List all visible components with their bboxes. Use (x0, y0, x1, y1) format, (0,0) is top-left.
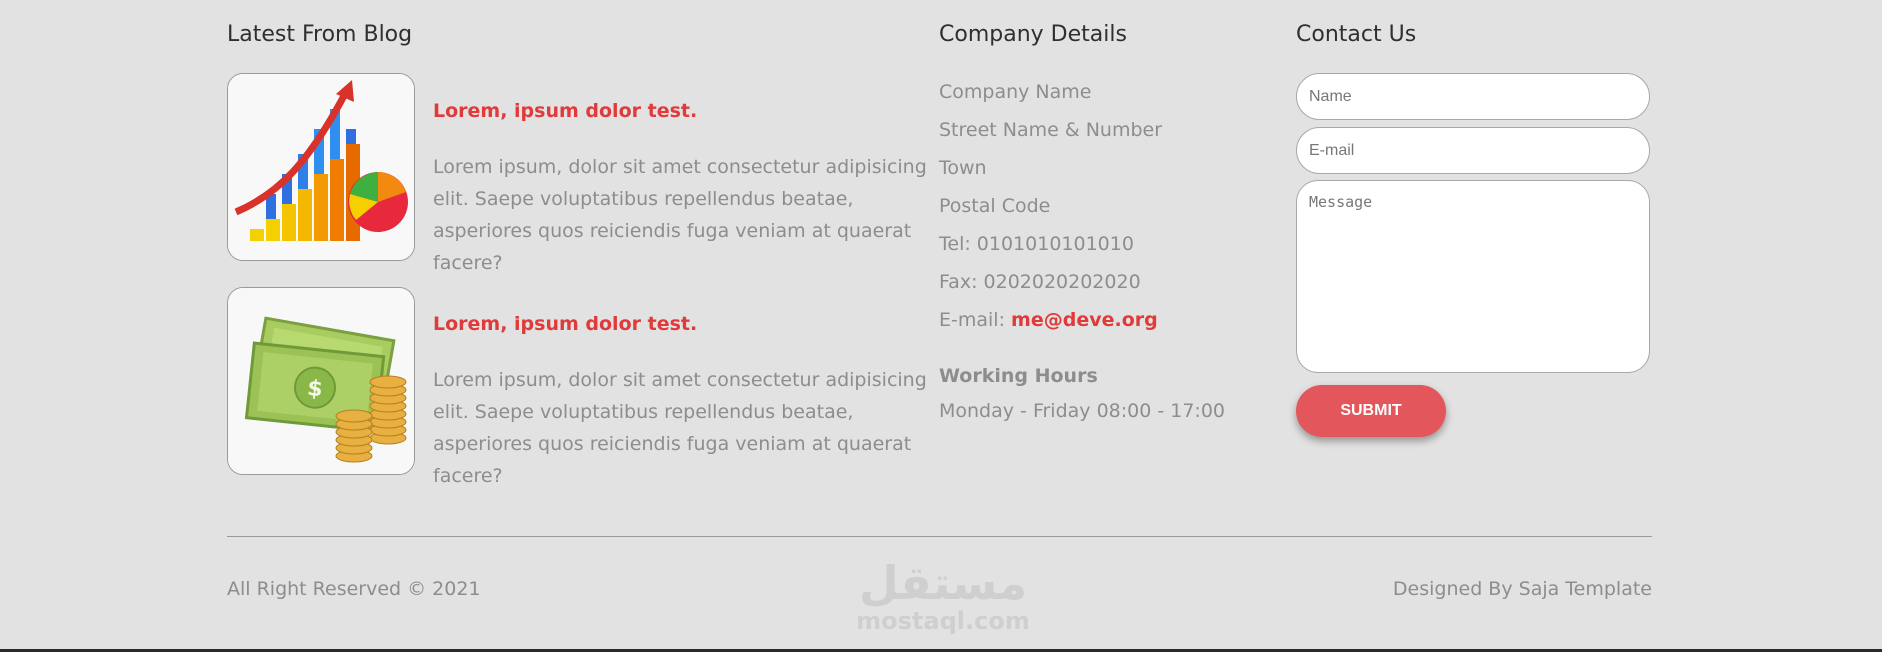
watermark-arabic: مستقل (858, 556, 1028, 610)
blog-post-image[interactable] (227, 73, 415, 261)
company-email-label: E-mail: (939, 309, 1005, 331)
company-email: E-mail: me@deve.org (939, 309, 1158, 331)
blog-post-excerpt: Lorem ipsum, dolor sit amet consectetur … (433, 369, 927, 487)
watermark-latin: mostaql.com (856, 607, 1030, 635)
svg-text:$: $ (306, 376, 324, 402)
company-street: Street Name & Number (939, 119, 1163, 141)
footer-divider (227, 536, 1652, 537)
blog-section-title: Latest From Blog (227, 22, 413, 47)
money-icon: $ (228, 288, 414, 474)
growth-chart-icon (228, 74, 414, 260)
company-email-link[interactable]: me@deve.org (1011, 309, 1158, 331)
email-field[interactable] (1296, 127, 1650, 174)
message-field[interactable] (1296, 180, 1650, 373)
blog-post-excerpt: Lorem ipsum, dolor sit amet consectetur … (433, 156, 927, 274)
copyright-text: All Right Reserved © 2021 (227, 578, 481, 600)
company-tel: Tel: 0101010101010 (939, 233, 1134, 255)
name-field[interactable] (1296, 73, 1650, 120)
blog-post-title[interactable]: Lorem, ipsum dolor test. (433, 100, 697, 122)
working-hours-title: Working Hours (939, 365, 1098, 387)
company-fax: Fax: 0202020202020 (939, 271, 1141, 293)
watermark: مستقل mostaql.com (855, 558, 1031, 634)
blog-post-image[interactable]: $ (227, 287, 415, 475)
company-town: Town (939, 157, 987, 179)
company-section-title: Company Details (939, 22, 1127, 47)
blog-post-title[interactable]: Lorem, ipsum dolor test. (433, 313, 697, 335)
company-postal: Postal Code (939, 195, 1051, 217)
working-hours-text: Monday - Friday 08:00 - 17:00 (939, 400, 1226, 422)
blog-post: Lorem, ipsum dolor test. Lorem ipsum, do… (227, 73, 927, 274)
company-name: Company Name (939, 81, 1092, 103)
designer-credit: Designed By Saja Template (1392, 578, 1652, 600)
contact-section-title: Contact Us (1296, 22, 1417, 47)
blog-post: $ Lorem, ipsum dolor test. Lorem ipsum, … (227, 287, 927, 487)
submit-button[interactable]: SUBMIT (1296, 385, 1446, 437)
